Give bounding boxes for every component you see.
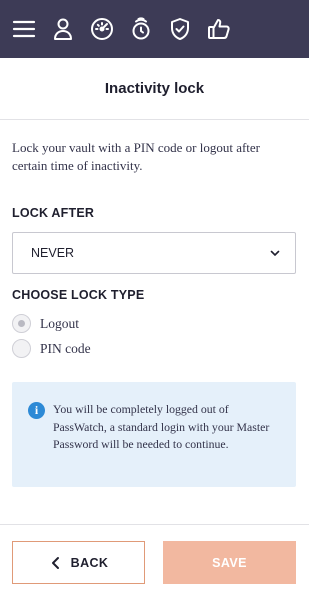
info-text: You will be completely logged out of Pas…	[53, 402, 270, 451]
radio-label-logout: Logout	[40, 315, 79, 331]
radio-button-logout[interactable]	[12, 314, 31, 333]
chevron-down-icon	[269, 247, 281, 259]
save-button-label: SAVE	[212, 555, 247, 570]
lock-after-label: LOCK AFTER	[12, 206, 95, 220]
watch-icon[interactable]	[129, 17, 153, 41]
shield-icon[interactable]	[168, 17, 192, 41]
user-icon[interactable]	[51, 17, 75, 41]
radio-label-pin-code: PIN code	[40, 340, 91, 356]
lock-after-value: NEVER	[31, 246, 75, 260]
save-button[interactable]: SAVE	[163, 541, 296, 584]
page-title: Inactivity lock	[104, 80, 205, 97]
page-header: Inactivity lock	[0, 58, 309, 120]
radio-option-logout[interactable]: Logout	[12, 314, 79, 333]
footer-divider	[0, 524, 309, 525]
lock-after-select[interactable]: NEVER	[12, 232, 296, 274]
back-button[interactable]: BACK	[12, 541, 145, 584]
info-icon: i	[28, 402, 45, 419]
back-button-label: BACK	[70, 555, 109, 570]
lock-type-label: CHOOSE LOCK TYPE	[12, 288, 145, 302]
top-nav-bar	[0, 0, 309, 58]
radio-button-pin-code[interactable]	[12, 339, 31, 358]
thumbs-up-icon[interactable]	[207, 17, 231, 41]
page-description: Lock your vault with a PIN code or logou…	[12, 140, 261, 173]
dashboard-icon[interactable]	[90, 17, 114, 41]
menu-icon[interactable]	[12, 17, 36, 41]
radio-option-pin-code[interactable]: PIN code	[12, 339, 91, 358]
info-box: i You will be completely logged out of P…	[12, 382, 296, 487]
radio-selected-dot	[18, 320, 25, 327]
chevron-left-icon	[49, 556, 63, 570]
